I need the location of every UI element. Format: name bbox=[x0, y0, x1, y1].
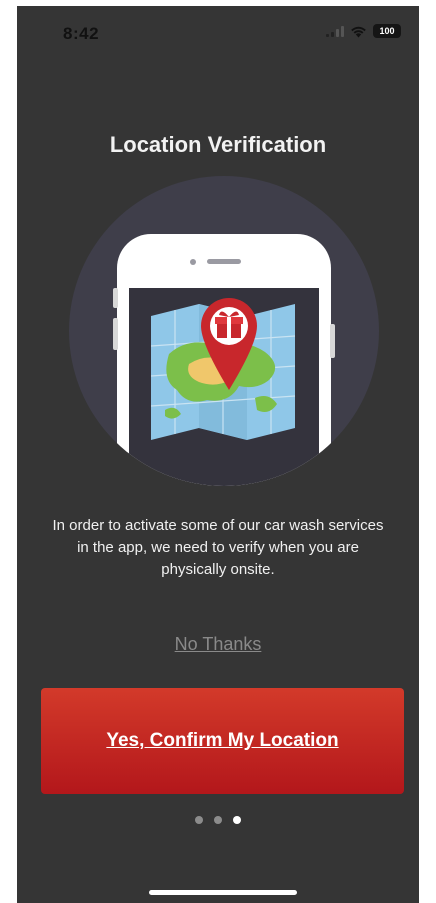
page-dot-2[interactable] bbox=[214, 816, 222, 824]
wifi-icon bbox=[351, 26, 366, 37]
page-indicator bbox=[17, 816, 419, 824]
status-time: 8:42 bbox=[63, 24, 100, 43]
page-dot-3-active[interactable] bbox=[233, 816, 241, 824]
home-indicator[interactable] bbox=[149, 890, 297, 895]
phone-map-illustration bbox=[69, 176, 379, 486]
battery-icon: 100 bbox=[373, 24, 401, 38]
status-bar: 8:42 100 bbox=[17, 6, 419, 62]
page-title: Location Verification bbox=[109, 132, 327, 157]
status-icons: 100 bbox=[326, 24, 401, 38]
page-dot-1[interactable] bbox=[195, 816, 203, 824]
description-text: In order to activate some of our car was… bbox=[52, 517, 384, 578]
app-screen: 8:42 100 Location Verification In order … bbox=[17, 6, 419, 903]
no-thanks-link[interactable]: No Thanks bbox=[17, 634, 419, 655]
confirm-location-button[interactable]: Yes, Confirm My Location bbox=[41, 688, 404, 794]
cellular-signal-icon bbox=[326, 25, 344, 37]
